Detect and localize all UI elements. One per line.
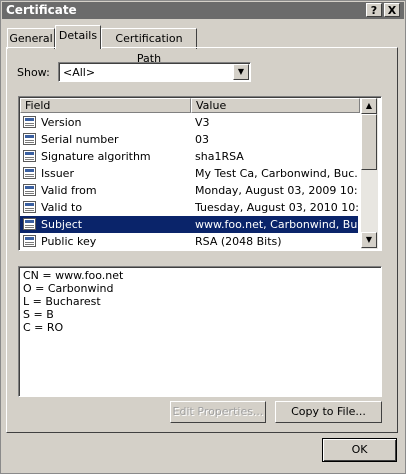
field-icon bbox=[23, 184, 36, 196]
field-icon bbox=[23, 201, 36, 213]
field-icon bbox=[23, 167, 36, 179]
field-icon bbox=[23, 133, 36, 145]
detail-line: S = B bbox=[23, 308, 54, 321]
field-name: Public key bbox=[41, 235, 97, 248]
field-value: Monday, August 03, 2009 10:... bbox=[195, 184, 358, 197]
field-value: www.foo.net, Carbonwind, Bu... bbox=[195, 218, 358, 231]
field-list-body: Field Value Version V3 Serial number 03 Sign… bbox=[20, 98, 360, 249]
field-icon bbox=[23, 235, 36, 247]
field-value: V3 bbox=[195, 116, 210, 129]
field-icon bbox=[23, 116, 36, 128]
tab-details[interactable]: Details bbox=[55, 25, 101, 49]
details-panel: Show: <All> ▼ Field Value Version V3 Seria… bbox=[6, 47, 398, 433]
field-list[interactable]: Field Value Version V3 Serial number 03 Sign… bbox=[18, 96, 382, 251]
edit-properties-button[interactable]: Edit Properties... bbox=[170, 401, 266, 423]
tab-certification-path[interactable]: Certification Path bbox=[101, 28, 197, 65]
certificate-dialog: Certificate ? X General Details Certific… bbox=[0, 0, 406, 474]
detail-line: L = Bucharest bbox=[23, 295, 101, 308]
dropdown-arrow-button[interactable]: ▼ bbox=[233, 64, 249, 80]
scroll-thumb[interactable] bbox=[361, 114, 377, 170]
list-item[interactable]: Valid to Tuesday, August 03, 2010 10:... bbox=[20, 199, 358, 216]
column-header-value[interactable]: Value bbox=[191, 98, 360, 113]
help-button[interactable]: ? bbox=[366, 3, 382, 17]
field-name: Valid to bbox=[41, 201, 83, 214]
close-button[interactable]: X bbox=[384, 3, 400, 17]
list-item[interactable]: Version V3 bbox=[20, 114, 358, 131]
chevron-down-icon: ▼ bbox=[237, 67, 245, 76]
detail-line: O = Carbonwind bbox=[23, 282, 114, 295]
field-name: Version bbox=[41, 116, 82, 129]
scroll-down-button[interactable]: ▼ bbox=[361, 232, 377, 248]
ok-button[interactable]: OK bbox=[322, 438, 397, 462]
list-item[interactable]: Valid from Monday, August 03, 2009 10:... bbox=[20, 182, 358, 199]
field-value: 03 bbox=[195, 133, 209, 146]
scroll-up-button[interactable]: ▲ bbox=[361, 98, 377, 114]
field-name: Subject bbox=[41, 218, 83, 231]
field-value: Tuesday, August 03, 2010 10:... bbox=[195, 201, 358, 214]
field-icon bbox=[23, 218, 36, 230]
show-label: Show: bbox=[17, 66, 50, 79]
detail-line: CN = www.foo.net bbox=[23, 269, 124, 282]
window-title: Certificate bbox=[6, 3, 77, 17]
field-value: RSA (2048 Bits) bbox=[195, 235, 282, 248]
field-name: Signature algorithm bbox=[41, 150, 151, 163]
field-name: Issuer bbox=[41, 167, 74, 180]
chevron-down-icon: ▼ bbox=[365, 235, 373, 244]
list-item[interactable]: Signature algorithm sha1RSA bbox=[20, 148, 358, 165]
copy-to-file-button[interactable]: Copy to File... bbox=[275, 401, 382, 423]
list-scrollbar[interactable]: ▲ ▼ bbox=[361, 98, 378, 249]
detail-line: C = RO bbox=[23, 321, 64, 334]
list-item[interactable]: Serial number 03 bbox=[20, 131, 358, 148]
column-header-field[interactable]: Field bbox=[20, 98, 191, 113]
field-name: Serial number bbox=[41, 133, 119, 146]
list-item[interactable]: Subject www.foo.net, Carbonwind, Bu... bbox=[20, 216, 358, 233]
field-value: My Test Ca, Carbonwind, Buc... bbox=[195, 167, 358, 180]
field-icon bbox=[23, 150, 36, 162]
title-bar: Certificate ? X bbox=[2, 2, 404, 19]
field-name: Valid from bbox=[41, 184, 97, 197]
chevron-up-icon: ▲ bbox=[365, 101, 373, 110]
list-item[interactable]: Issuer My Test Ca, Carbonwind, Buc... bbox=[20, 165, 358, 182]
field-value: sha1RSA bbox=[195, 150, 244, 163]
show-value: <All> bbox=[63, 66, 96, 79]
show-dropdown[interactable]: <All> ▼ bbox=[58, 62, 251, 82]
tab-general[interactable]: General bbox=[7, 28, 55, 49]
list-item[interactable]: Public key RSA (2048 Bits) bbox=[20, 233, 358, 249]
value-detail-box[interactable]: CN = www.foo.net O = Carbonwind L = Buchar… bbox=[18, 266, 382, 397]
